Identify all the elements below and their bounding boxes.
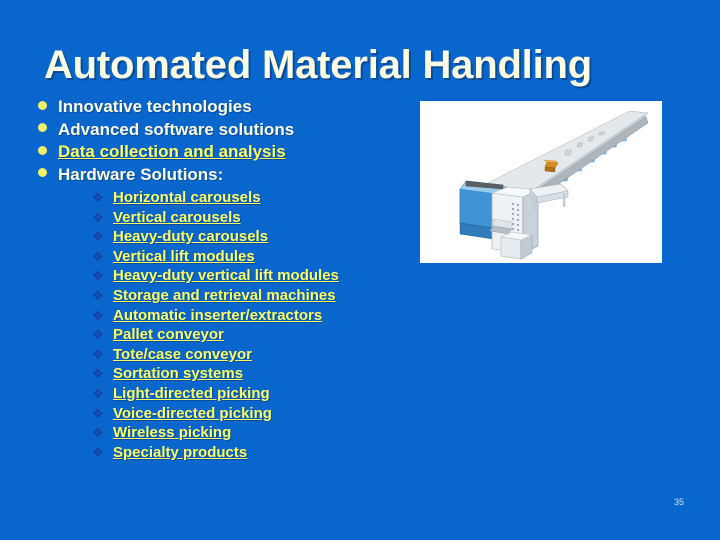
page-title: Automated Material Handling [44,43,592,87]
hyperlink-horizontal-carousels[interactable]: Horizontal carousels [113,188,261,207]
hyperlink-sortation-systems[interactable]: Sortation systems [113,364,243,383]
hyperlink-automatic-inserter-extractors[interactable]: Automatic inserter/extractors [113,306,322,325]
diamond-bullet-icon: ❖ [92,327,104,343]
diamond-bullet-icon: ❖ [92,405,104,421]
hyperlink-light-directed-picking[interactable]: Light-directed picking [113,384,270,403]
hyperlink-voice-directed-picking[interactable]: Voice-directed picking [113,404,272,423]
bullet-item-data-collection-and-analysis[interactable]: Data collection and analysis [30,141,430,164]
content-bullet-list: Innovative technologies Advanced softwar… [30,96,430,462]
sub-bullet-item-voice-directed-picking[interactable]: ❖ Voice-directed picking [92,404,430,424]
diamond-bullet-icon: ❖ [92,209,104,225]
diamond-bullet-icon: ❖ [92,425,104,441]
hyperlink-tote-case-conveyor[interactable]: Tote/case conveyor [113,345,252,364]
sub-bullet-item-vertical-lift-modules[interactable]: ❖ Vertical lift modules [92,247,430,267]
sub-bullet-item-specialty-products[interactable]: ❖ Specialty products [92,443,430,463]
hyperlink-heavy-duty-carousels[interactable]: Heavy-duty carousels [113,227,268,246]
hyperlink-wireless-picking[interactable]: Wireless picking [113,423,231,442]
disc-bullet-icon [30,119,58,141]
hyperlink-vertical-carousels[interactable]: Vertical carousels [113,208,241,227]
diamond-bullet-icon: ❖ [92,307,104,323]
hardware-solutions-sub-list: ❖ Horizontal carousels ❖ Vertical carous… [30,188,430,462]
sub-bullet-item-wireless-picking[interactable]: ❖ Wireless picking [92,423,430,443]
conveyor-illustration-svg [420,101,662,263]
sub-bullet-item-vertical-carousels[interactable]: ❖ Vertical carousels [92,208,430,228]
hyperlink-specialty-products[interactable]: Specialty products [113,443,247,462]
sub-bullet-item-tote-case-conveyor[interactable]: ❖ Tote/case conveyor [92,345,430,365]
bullet-label: Advanced software solutions [58,119,295,139]
bullet-item-innovative-technologies: Innovative technologies [30,96,430,119]
diamond-bullet-icon: ❖ [92,366,104,382]
diamond-bullet-icon: ❖ [92,385,104,401]
bullet-label: Hardware Solutions: [58,164,224,184]
sub-bullet-item-light-directed-picking[interactable]: ❖ Light-directed picking [92,384,430,404]
hyperlink-data-collection-and-analysis[interactable]: Data collection and analysis [58,141,286,163]
diamond-bullet-icon: ❖ [92,287,104,303]
hyperlink-pallet-conveyor[interactable]: Pallet conveyor [113,325,224,344]
sub-bullet-item-pallet-conveyor[interactable]: ❖ Pallet conveyor [92,325,430,345]
slide-canvas: Automated Material Handling Innovative t… [0,0,720,540]
disc-bullet-icon [30,164,58,186]
sub-bullet-item-heavy-duty-carousels[interactable]: ❖ Heavy-duty carousels [92,227,430,247]
diamond-bullet-icon: ❖ [92,248,104,264]
page-number: 35 [673,497,684,507]
sub-bullet-item-horizontal-carousels[interactable]: ❖ Horizontal carousels [92,188,430,208]
disc-bullet-icon [30,141,58,163]
diamond-bullet-icon: ❖ [92,346,104,362]
diamond-bullet-icon: ❖ [92,190,104,205]
sub-bullet-item-sortation-systems[interactable]: ❖ Sortation systems [92,364,430,384]
hyperlink-storage-and-retrieval-machines[interactable]: Storage and retrieval machines [113,286,336,305]
sub-bullet-item-storage-and-retrieval-machines[interactable]: ❖ Storage and retrieval machines [92,286,430,306]
disc-bullet-icon [30,96,58,118]
hyperlink-vertical-lift-modules[interactable]: Vertical lift modules [113,247,255,266]
bullet-item-advanced-software-solutions: Advanced software solutions [30,119,430,142]
sortation-conveyor-image [420,101,662,263]
bullet-item-hardware-solutions: Hardware Solutions: [30,164,430,187]
sub-bullet-item-automatic-inserter-extractors[interactable]: ❖ Automatic inserter/extractors [92,306,430,326]
diamond-bullet-icon: ❖ [92,444,104,460]
hyperlink-heavy-duty-vertical-lift-modules[interactable]: Heavy-duty vertical lift modules [113,266,339,285]
diamond-bullet-icon: ❖ [92,268,104,284]
diamond-bullet-icon: ❖ [92,229,104,245]
sub-bullet-item-heavy-duty-vertical-lift-modules[interactable]: ❖ Heavy-duty vertical lift modules [92,266,430,286]
bullet-label: Innovative technologies [58,97,252,116]
